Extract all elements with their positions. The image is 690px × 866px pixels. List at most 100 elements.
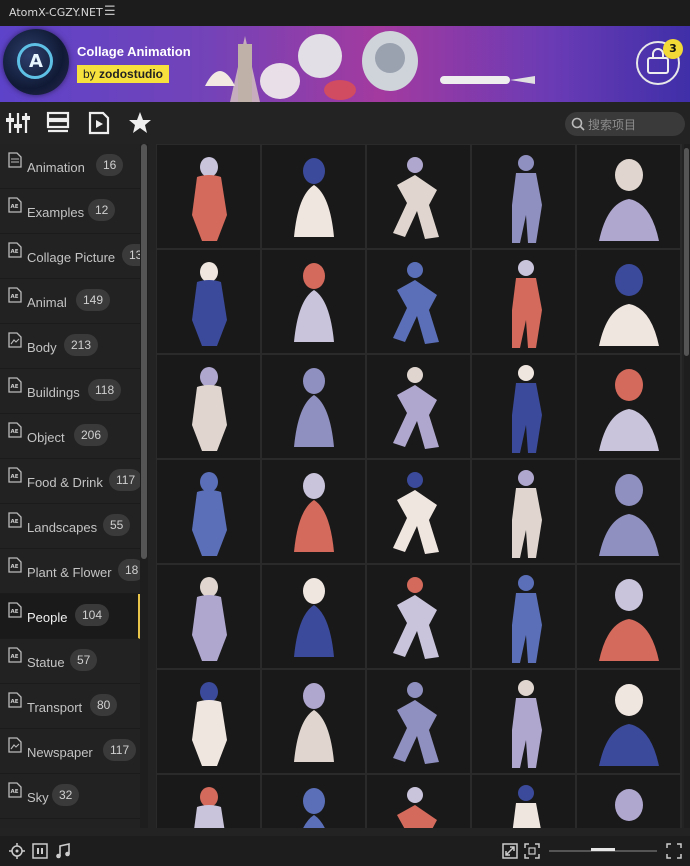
thumbnail-item[interactable] (472, 460, 575, 563)
person-cutout-image (512, 575, 542, 663)
thumbnail-item[interactable] (472, 565, 575, 668)
sidebar-scrollbar[interactable] (140, 144, 148, 828)
person-cutout-image (294, 368, 334, 447)
window-title-bar: AtomX-CGZY.NET ☰ (0, 0, 690, 26)
sidebar-item-count: 149 (76, 289, 111, 311)
sidebar-item-buildings[interactable]: AE Buildings 118 (0, 369, 140, 414)
thumbnail-item[interactable] (472, 145, 575, 248)
sidebar-scroll-thumb[interactable] (141, 144, 147, 559)
sidebar-item-collage-picture[interactable]: AE Collage Picture 13 (0, 234, 140, 279)
search-placeholder: 搜索项目 (588, 118, 637, 132)
thumbnail-item[interactable] (577, 250, 680, 353)
thumbnail-item[interactable] (472, 355, 575, 458)
person-cutout-image (393, 157, 439, 239)
thumbnail-item[interactable] (157, 250, 260, 353)
sidebar-item-count: 117 (109, 469, 140, 491)
sidebar-item-count: 13 (122, 244, 140, 266)
sliders-icon[interactable] (5, 110, 31, 136)
person-cutout-image (512, 365, 542, 453)
thumbnail-item[interactable] (262, 670, 365, 773)
svg-text:AE: AE (11, 294, 19, 300)
sidebar-item-newspaper[interactable]: Newspaper 117 (0, 729, 140, 774)
thumbnail-item[interactable] (367, 670, 470, 773)
person-cutout-image (192, 472, 227, 556)
sidebar-item-count: 16 (96, 154, 124, 176)
zoom-slider-thumb[interactable] (591, 848, 615, 851)
sidebar-item-label: Sky (27, 790, 49, 805)
sidebar-item-transport[interactable]: AE Transport 80 (0, 684, 140, 729)
thumbnail-item[interactable] (262, 355, 365, 458)
person-cutout-image (393, 262, 439, 344)
person-cutout-image (512, 155, 542, 243)
sidebar-item-animal[interactable]: AE Animal 149 (0, 279, 140, 324)
thumbnail-item[interactable] (577, 145, 680, 248)
search-input[interactable]: 搜索项目 (565, 112, 685, 136)
sidebar-item-label: Food & Drink (27, 475, 103, 490)
thumbnail-item[interactable] (472, 250, 575, 353)
thumbnail-item[interactable] (577, 565, 680, 668)
status-bar (0, 836, 690, 866)
thumbnail-item[interactable] (157, 565, 260, 668)
person-cutout-image (294, 578, 334, 657)
sidebar-item-count: 57 (70, 649, 98, 671)
thumbnail-item[interactable] (367, 565, 470, 668)
sidebar-item-label: Examples (27, 205, 85, 220)
thumbnail-item[interactable] (577, 670, 680, 773)
person-cutout-image (294, 473, 334, 552)
sidebar-item-count: 213 (64, 334, 99, 356)
thumbnail-item[interactable] (157, 460, 260, 563)
person-cutout-image (393, 367, 439, 449)
sidebar-item-landscapes[interactable]: AE Landscapes 55 (0, 504, 140, 549)
window-title: AtomX-CGZY.NET (9, 6, 103, 19)
thumbnail-item[interactable] (262, 775, 365, 828)
thumbnail-item[interactable] (262, 460, 365, 563)
play-file-icon[interactable] (86, 110, 112, 136)
thumbnail-item[interactable] (577, 460, 680, 563)
sidebar-item-label: People (27, 610, 68, 625)
thumbnail-item[interactable] (262, 565, 365, 668)
thumbnail-item[interactable] (262, 250, 365, 353)
thumbnail-item[interactable] (157, 670, 260, 773)
thumbnail-item[interactable] (157, 145, 260, 248)
grid-scroll-thumb[interactable] (684, 148, 689, 356)
sidebar-item-statue[interactable]: AE Statue 57 (0, 639, 140, 684)
thumbnail-item[interactable] (367, 775, 470, 828)
thumbnail-item[interactable] (157, 775, 260, 828)
sidebar-item-people[interactable]: AE People 104 (0, 594, 140, 639)
target-icon[interactable] (9, 843, 25, 859)
sidebar-item-examples[interactable]: AE Examples 12 (0, 189, 140, 234)
hamburger-icon[interactable]: ☰ (104, 4, 116, 19)
sidebar-item-food-drink[interactable]: AE Food & Drink 117 (0, 459, 140, 504)
author-tag[interactable]: by zodostudio (77, 65, 170, 83)
person-cutout-image (192, 367, 227, 451)
thumbnail-item[interactable] (367, 145, 470, 248)
star-icon[interactable] (127, 110, 153, 136)
pause-box-icon[interactable] (32, 843, 48, 859)
sidebar-item-count: 117 (103, 739, 137, 761)
sidebar-item-label: Transport (27, 700, 83, 715)
thumbnail-item[interactable] (157, 355, 260, 458)
ae-file-icon: AE (8, 467, 22, 483)
thumbnail-item[interactable] (262, 145, 365, 248)
list-icon[interactable] (45, 110, 71, 136)
person-cutout-image (512, 260, 542, 348)
thumbnail-item[interactable] (577, 775, 680, 828)
person-cutout-image (192, 577, 227, 661)
sidebar-item-sky[interactable]: AE Sky 32 (0, 774, 140, 819)
thumbnail-item[interactable] (472, 775, 575, 828)
sidebar-item-body[interactable]: Body 213 (0, 324, 140, 369)
thumbnail-item[interactable] (367, 250, 470, 353)
sidebar-item-plant-flower[interactable]: AE Plant & Flower 18 (0, 549, 140, 594)
fit-icon[interactable] (524, 843, 540, 859)
sidebar-item-animation[interactable]: Animation 16 (0, 144, 140, 189)
grid-scrollbar[interactable] (684, 144, 690, 828)
sidebar-item-count: 118 (88, 379, 122, 401)
sidebar-item-object[interactable]: AE Object 206 (0, 414, 140, 459)
thumbnail-item[interactable] (367, 460, 470, 563)
fullscreen-icon[interactable] (666, 843, 682, 859)
thumbnail-item[interactable] (577, 355, 680, 458)
music-icon[interactable] (55, 843, 71, 859)
expand-icon[interactable] (502, 843, 518, 859)
thumbnail-item[interactable] (472, 670, 575, 773)
thumbnail-item[interactable] (367, 355, 470, 458)
